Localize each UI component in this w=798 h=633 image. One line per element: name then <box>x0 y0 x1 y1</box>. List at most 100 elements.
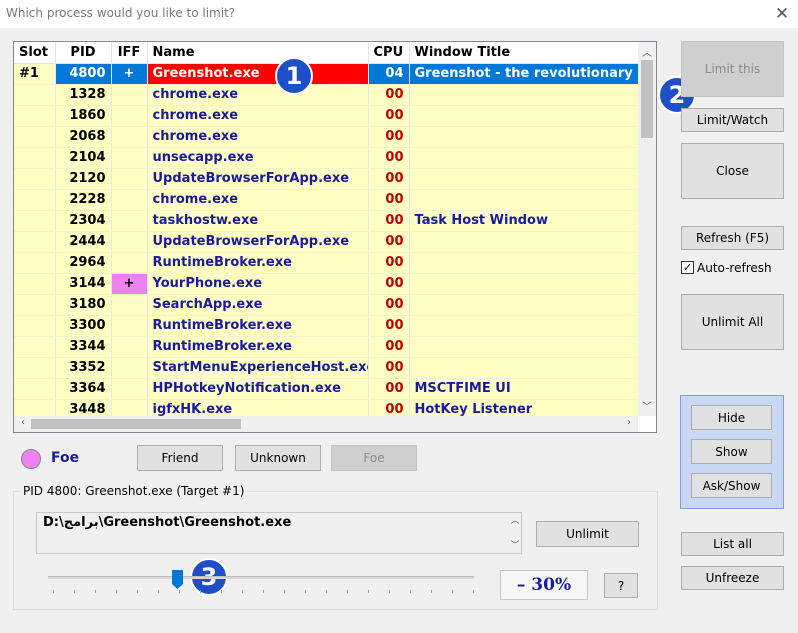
cell-slot <box>14 210 56 232</box>
cell-pid: 3352 <box>55 357 112 379</box>
cell-pid: 3344 <box>55 336 112 358</box>
slider-tick <box>179 590 180 593</box>
slider-tick <box>347 590 348 593</box>
slider-tick <box>137 590 138 593</box>
cell-slot <box>14 315 56 337</box>
path-scroll-down-icon[interactable]: ﹀ <box>507 538 523 551</box>
ask-show-button[interactable]: Ask/Show <box>691 473 772 498</box>
table-row[interactable]: 3448 igfxHK.exe 00 HotKey Listener <box>14 399 638 416</box>
column-header-cpu[interactable]: CPU <box>368 42 410 64</box>
slider-tick <box>116 590 117 593</box>
column-header-window-title[interactable]: Window Title <box>409 42 638 64</box>
column-header-pid[interactable]: PID <box>55 42 112 64</box>
cell-pid: 3180 <box>55 294 112 316</box>
scroll-right-icon[interactable]: › <box>621 417 637 428</box>
hide-button[interactable]: Hide <box>691 405 772 430</box>
limit-this-button[interactable]: Limit this <box>681 41 784 97</box>
table-row[interactable]: 3180 SearchApp.exe 00 <box>14 294 638 316</box>
cell-pid: 3364 <box>55 378 112 400</box>
unknown-button[interactable]: Unknown <box>235 445 321 471</box>
table-row[interactable]: 2120 UpdateBrowserForApp.exe 00 <box>14 168 638 190</box>
table-row[interactable]: 2964 RuntimeBroker.exe 00 <box>14 252 638 274</box>
close-window-icon[interactable]: ✕ <box>770 2 794 26</box>
close-button[interactable]: Close <box>681 143 784 199</box>
table-row[interactable]: 1860 chrome.exe 00 <box>14 105 638 127</box>
cell-name: YourPhone.exe <box>147 273 369 295</box>
list-all-button[interactable]: List all <box>681 532 784 556</box>
horizontal-scroll-thumb[interactable] <box>31 419 241 429</box>
slider-tick <box>53 590 54 593</box>
table-row[interactable]: #1 4800 + Greenshot.exe 04 Greenshot - the re… <box>14 63 638 85</box>
table-row[interactable]: 2444 UpdateBrowserForApp.exe 00 <box>14 231 638 253</box>
column-header-name[interactable]: Name <box>147 42 369 64</box>
table-row[interactable]: 3344 RuntimeBroker.exe 00 <box>14 336 638 358</box>
auto-refresh-checkbox[interactable]: ✓ <box>681 261 694 274</box>
help-button[interactable]: ? <box>604 573 638 598</box>
show-button[interactable]: Show <box>691 439 772 464</box>
scroll-down-icon[interactable]: ﹀ <box>639 398 655 413</box>
cell-cpu: 00 <box>368 147 410 169</box>
vertical-scrollbar[interactable]: ︿ ﹀ <box>638 42 656 416</box>
table-row[interactable]: 3352 StartMenuExperienceHost.exe 00 <box>14 357 638 379</box>
path-scroll-up-icon[interactable]: ︿ <box>507 513 523 526</box>
cell-cpu: 04 <box>368 63 410 85</box>
target-path-box[interactable]: D:\برامج\Greenshot\Greenshot.exe ︿ ﹀ <box>36 512 522 554</box>
refresh-button[interactable]: Refresh (F5) <box>681 226 784 250</box>
cell-window-title <box>409 231 638 253</box>
target-group-label: PID 4800: Greenshot.exe (Target #1) <box>20 484 248 498</box>
table-row[interactable]: 3144 + YourPhone.exe 00 <box>14 273 638 295</box>
cell-cpu: 00 <box>368 210 410 232</box>
table-row[interactable]: 3364 HPHotkeyNotification.exe 00 MSCTFIME U… <box>14 378 638 400</box>
table-row[interactable]: 2228 chrome.exe 00 <box>14 189 638 211</box>
cell-pid: 4800 <box>55 63 112 85</box>
cell-iff: + <box>111 63 148 85</box>
slider-tick <box>452 590 453 593</box>
unlimit-button[interactable]: Unlimit <box>536 521 639 547</box>
cell-slot <box>14 105 56 127</box>
cell-iff <box>111 210 148 232</box>
cell-window-title: Greenshot - the revolutionary screenshot… <box>409 63 638 85</box>
cell-slot <box>14 126 56 148</box>
unlimit-all-button[interactable]: Unlimit All <box>681 294 784 350</box>
cell-cpu: 00 <box>368 399 410 416</box>
limit-slider-track[interactable] <box>48 576 474 579</box>
process-table: Slot PID IFF Name CPU Window Title #1 480… <box>14 42 638 416</box>
iff-status-label: Foe <box>51 450 80 466</box>
limit-watch-button[interactable]: Limit/Watch <box>681 108 784 132</box>
cell-name: igfxHK.exe <box>147 399 369 416</box>
unfreeze-button[interactable]: Unfreeze <box>681 566 784 590</box>
cell-window-title <box>409 84 638 106</box>
scroll-left-icon[interactable]: ‹ <box>15 417 31 428</box>
cell-name: UpdateBrowserForApp.exe <box>147 168 369 190</box>
limit-slider-thumb[interactable] <box>172 570 183 589</box>
vertical-scroll-thumb[interactable] <box>641 60 653 138</box>
cell-cpu: 00 <box>368 168 410 190</box>
cell-iff <box>111 378 148 400</box>
cell-name: RuntimeBroker.exe <box>147 252 369 274</box>
friend-button[interactable]: Friend <box>137 445 223 471</box>
table-row[interactable]: 3300 RuntimeBroker.exe 00 <box>14 315 638 337</box>
cell-iff <box>111 294 148 316</box>
column-header-slot[interactable]: Slot <box>14 42 56 64</box>
column-header-iff[interactable]: IFF <box>111 42 148 64</box>
table-row[interactable]: 1328 chrome.exe 00 <box>14 84 638 106</box>
slider-tick <box>431 590 432 593</box>
cell-slot <box>14 399 56 416</box>
path-scrollbar[interactable]: ︿ ﹀ <box>507 513 521 553</box>
table-row[interactable]: 2068 chrome.exe 00 <box>14 126 638 148</box>
cell-slot <box>14 189 56 211</box>
cell-cpu: 00 <box>368 336 410 358</box>
cell-name: HPHotkeyNotification.exe <box>147 378 369 400</box>
iff-status-dot <box>21 449 41 469</box>
horizontal-scrollbar[interactable]: ‹ › <box>14 416 638 432</box>
auto-refresh-label: Auto-refresh <box>697 261 772 275</box>
cell-pid: 2964 <box>55 252 112 274</box>
table-row[interactable]: 2104 unsecapp.exe 00 <box>14 147 638 169</box>
table-row[interactable]: 2304 taskhostw.exe 00 Task Host Window <box>14 210 638 232</box>
cell-slot <box>14 336 56 358</box>
cell-name: chrome.exe <box>147 189 369 211</box>
cell-pid: 2068 <box>55 126 112 148</box>
scroll-up-icon[interactable]: ︿ <box>639 44 655 59</box>
process-list[interactable]: Slot PID IFF Name CPU Window Title #1 480… <box>13 41 657 433</box>
foe-button[interactable]: Foe <box>331 445 417 471</box>
